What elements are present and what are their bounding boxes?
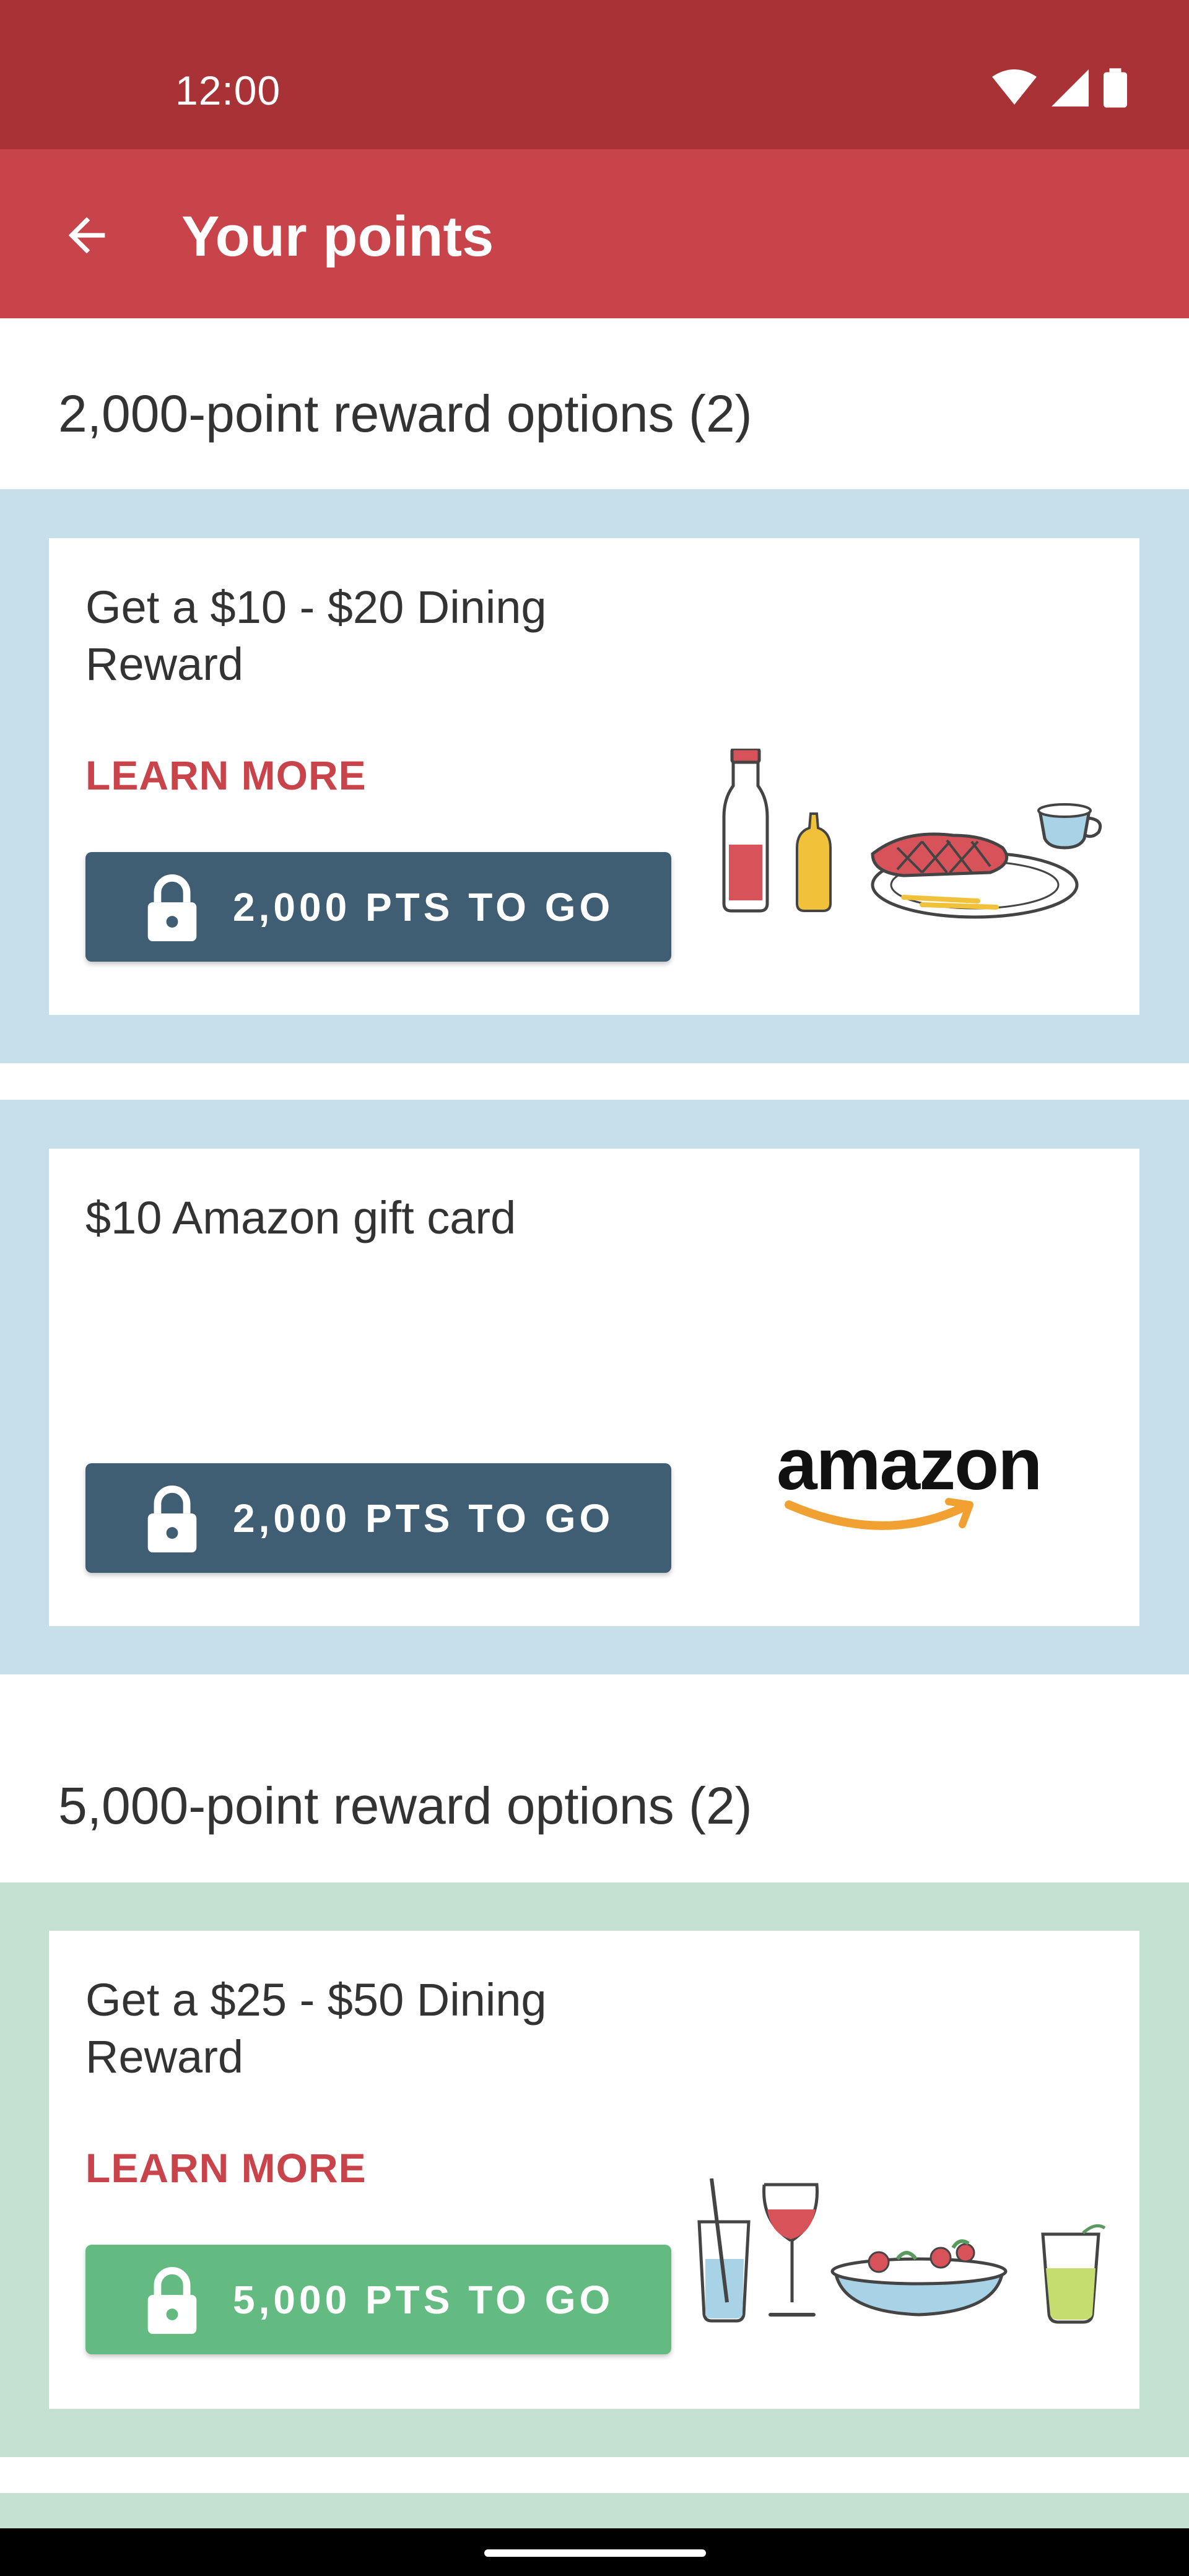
points-to-go-label: 2,000 PTS TO GO	[233, 1495, 614, 1541]
status-icons	[992, 68, 1127, 108]
status-time: 12:00	[175, 67, 281, 113]
points-to-go-button[interactable]: 2,000 PTS TO GO	[85, 1463, 671, 1573]
points-to-go-button[interactable]: 2,000 PTS TO GO	[85, 852, 671, 962]
battery-icon	[1104, 68, 1127, 108]
learn-more-link[interactable]: LEARN MORE	[85, 2144, 367, 2191]
reward-card-dining-10[interactable]: Get a $10 - $20 Dining Reward LEARN MORE…	[49, 538, 1139, 1015]
card-title: $10 Amazon gift card	[85, 1192, 516, 1243]
reward-card-amazon[interactable]: $10 Amazon gift card 2,000 PTS TO GO ama…	[49, 1149, 1139, 1626]
amazon-logo: amazon	[777, 1427, 1086, 1551]
learn-more-link[interactable]: LEARN MORE	[85, 752, 367, 799]
salad-drinks-illustration	[697, 2178, 1106, 2324]
lock-icon	[142, 873, 202, 941]
reward-card-dining-25[interactable]: Get a $25 - $50 Dining Reward LEARN MORE…	[49, 1931, 1139, 2409]
signal-icon	[1052, 69, 1089, 107]
card-title: Get a $10 - $20 Dining Reward	[85, 581, 547, 690]
home-gesture-handle[interactable]	[484, 2549, 706, 2557]
dining-meal-illustration	[722, 749, 1102, 919]
lock-icon	[142, 2266, 202, 2334]
app-bar	[0, 149, 1189, 318]
card-title: Get a $25 - $50 Dining Reward	[85, 1974, 547, 2082]
section-title-2000: 2,000-point reward options (2)	[58, 385, 752, 443]
reward-band-next	[0, 2493, 1189, 2528]
wifi-icon	[992, 69, 1037, 105]
back-button[interactable]	[50, 198, 124, 272]
page-title: Your points	[181, 205, 494, 268]
points-to-go-label: 5,000 PTS TO GO	[233, 2277, 614, 2322]
points-to-go-label: 2,000 PTS TO GO	[233, 884, 614, 929]
amazon-smile-icon	[785, 1498, 973, 1530]
lock-icon	[142, 1484, 202, 1552]
points-to-go-button[interactable]: 5,000 PTS TO GO	[85, 2245, 671, 2354]
section-title-5000: 5,000-point reward options (2)	[58, 1777, 752, 1835]
arrow-back-icon	[68, 217, 105, 254]
